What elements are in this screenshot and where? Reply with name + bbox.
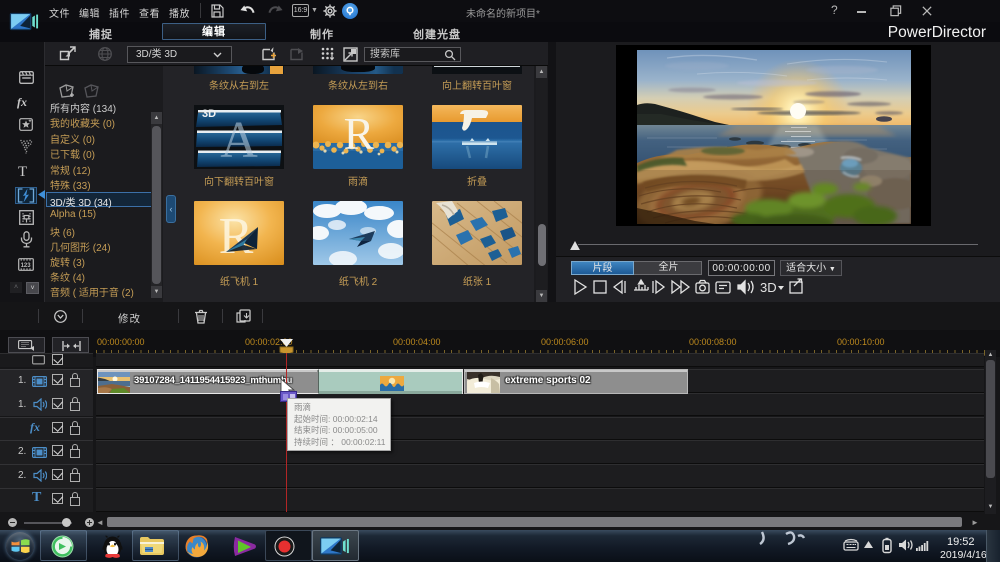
svg-text:123: 123	[21, 263, 32, 269]
svg-text:3D: 3D	[760, 280, 777, 295]
svg-text:3D: 3D	[202, 108, 216, 120]
svg-text:A: A	[220, 112, 258, 169]
svg-text:R: R	[344, 108, 375, 159]
